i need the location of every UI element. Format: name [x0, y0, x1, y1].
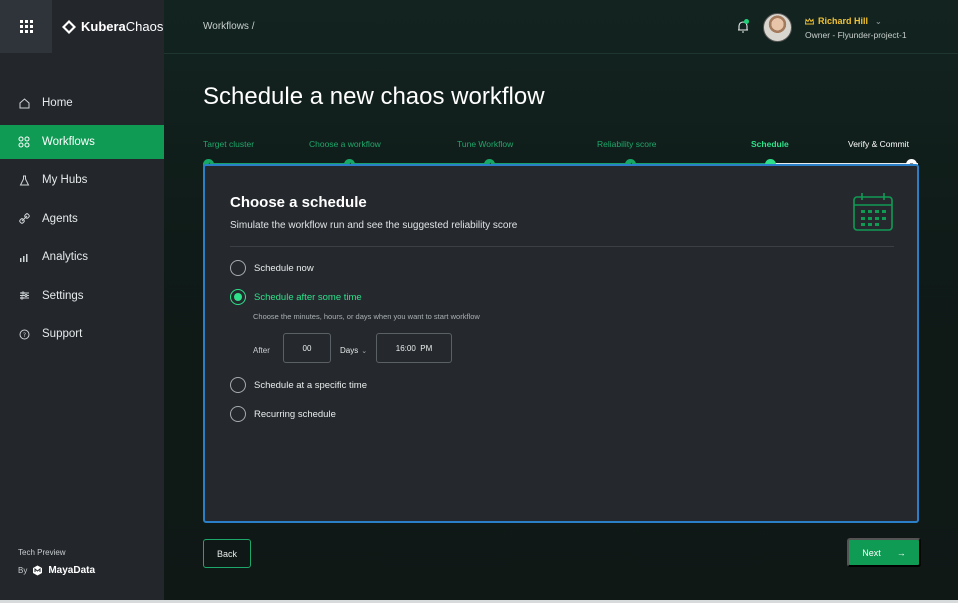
step-label-target-cluster[interactable]: Target cluster	[203, 139, 254, 149]
arrow-right-icon: →	[896, 547, 906, 558]
sidebar-item-label: Support	[42, 328, 83, 340]
sidebar-item-label: Home	[42, 97, 73, 109]
next-button[interactable]: Next →	[847, 538, 921, 567]
flask-icon	[18, 174, 30, 186]
mayadata-logo-icon	[33, 565, 43, 576]
back-label: Back	[216, 548, 237, 559]
back-button[interactable]: Back	[203, 539, 251, 568]
sidebar-item-agents[interactable]: Agents	[0, 202, 164, 236]
brand-logo[interactable]: KuberaChaos	[52, 0, 163, 53]
option-recurring[interactable]: Recurring schedule	[230, 406, 336, 422]
main-content: Workflows / Richard Hill ⌄ Owner - Flyun…	[164, 0, 958, 603]
chevron-down-icon: ⌄	[875, 16, 882, 26]
next-label: Next	[862, 547, 881, 558]
by-label: By	[18, 566, 28, 575]
amount-value: 00	[302, 343, 312, 353]
home-icon	[18, 97, 30, 109]
option-label: Schedule at a specific time	[254, 379, 368, 391]
schedule-card: Choose a schedule Simulate the workflow …	[203, 164, 919, 523]
app-grid-button[interactable]	[0, 0, 52, 53]
sidebar-item-label: Settings	[42, 289, 84, 302]
sidebar-header: KuberaChaos	[0, 0, 164, 53]
sidebar-footer: Tech Preview By MayaData	[18, 548, 95, 576]
option-specific-time[interactable]: Schedule at a specific time	[230, 377, 367, 393]
sidebar-item-workflows[interactable]: Workflows	[0, 124, 164, 159]
notification-badge	[744, 19, 749, 24]
sidebar-item-settings[interactable]: Settings	[0, 279, 164, 313]
option-schedule-now[interactable]: Schedule now	[230, 260, 314, 276]
company-name: MayaData	[48, 565, 96, 576]
sidebar-item-label: My Hubs	[42, 174, 88, 186]
grid-icon	[19, 20, 33, 33]
sidebar-item-label: Workflows	[42, 135, 95, 148]
chevron-down-icon: ⌄	[361, 347, 368, 355]
settings-icon	[18, 290, 30, 302]
tech-preview-label: Tech Preview	[18, 548, 66, 557]
help-icon: ?	[18, 328, 30, 340]
brand-name: KuberaChaos	[81, 19, 164, 34]
workflows-icon	[18, 136, 30, 148]
after-label: After	[253, 346, 270, 355]
time-input[interactable]: 16:00 PM	[376, 333, 452, 363]
step-label-verify-commit[interactable]: Verify & Commit	[848, 139, 909, 149]
sidebar-item-label: Agents	[42, 212, 78, 225]
schedule-hint: Choose the minutes, hours, or days when …	[253, 312, 480, 321]
radio-button-selected[interactable]	[230, 289, 246, 305]
top-bar: Workflows / Richard Hill ⌄ Owner - Flyun…	[164, 0, 958, 54]
card-subtitle: Simulate the workflow run and see the su…	[230, 220, 518, 231]
page-title: Schedule a new chaos workflow	[203, 83, 545, 110]
sidebar-item-home[interactable]: Home	[0, 86, 164, 120]
time-value: 16:00 PM	[395, 343, 433, 353]
unit-value: Days	[340, 346, 359, 355]
breadcrumb[interactable]: Workflows /	[203, 21, 255, 32]
user-menu[interactable]: Richard Hill ⌄	[805, 16, 882, 26]
crown-icon	[805, 17, 814, 24]
company-byline: By MayaData	[18, 565, 95, 576]
user-role: Owner - Flyunder-project-1	[805, 30, 907, 40]
sidebar-item-my-hubs[interactable]: My Hubs	[0, 163, 164, 197]
sidebar-item-support[interactable]: ? Support	[0, 317, 164, 351]
calendar-icon	[853, 193, 893, 231]
link-icon	[18, 213, 30, 225]
radio-button[interactable]	[230, 377, 246, 393]
amount-input[interactable]: 00	[283, 333, 331, 363]
option-schedule-after[interactable]: Schedule after some time	[230, 289, 362, 305]
step-label-tune-workflow[interactable]: Tune Workflow	[457, 139, 513, 149]
card-title: Choose a schedule	[230, 194, 367, 211]
radio-button[interactable]	[230, 406, 246, 422]
step-label-choose-workflow[interactable]: Choose a workflow	[309, 139, 381, 149]
kubera-logo-icon	[62, 19, 76, 34]
radio-button[interactable]	[230, 260, 246, 276]
option-label: Recurring schedule	[254, 408, 336, 420]
card-divider	[230, 246, 894, 247]
sidebar-item-label: Analytics	[42, 251, 89, 263]
analytics-icon	[18, 251, 30, 263]
step-label-reliability-score[interactable]: Reliability score	[597, 139, 657, 149]
svg-text:?: ?	[22, 332, 25, 339]
app-root: KuberaChaos Home Workflows My Hubs Agent…	[0, 0, 958, 603]
unit-select[interactable]: Days ⌄	[340, 346, 367, 355]
sidebar-nav: Home Workflows My Hubs Agents Analytics …	[0, 86, 164, 356]
user-name: Richard Hill	[818, 16, 869, 26]
sidebar: KuberaChaos Home Workflows My Hubs Agent…	[0, 0, 164, 603]
step-label-schedule[interactable]: Schedule	[751, 139, 789, 149]
sidebar-item-analytics[interactable]: Analytics	[0, 240, 164, 274]
option-label: Schedule now	[254, 262, 314, 274]
option-label: Schedule after some time	[254, 291, 362, 303]
avatar[interactable]	[763, 13, 792, 42]
